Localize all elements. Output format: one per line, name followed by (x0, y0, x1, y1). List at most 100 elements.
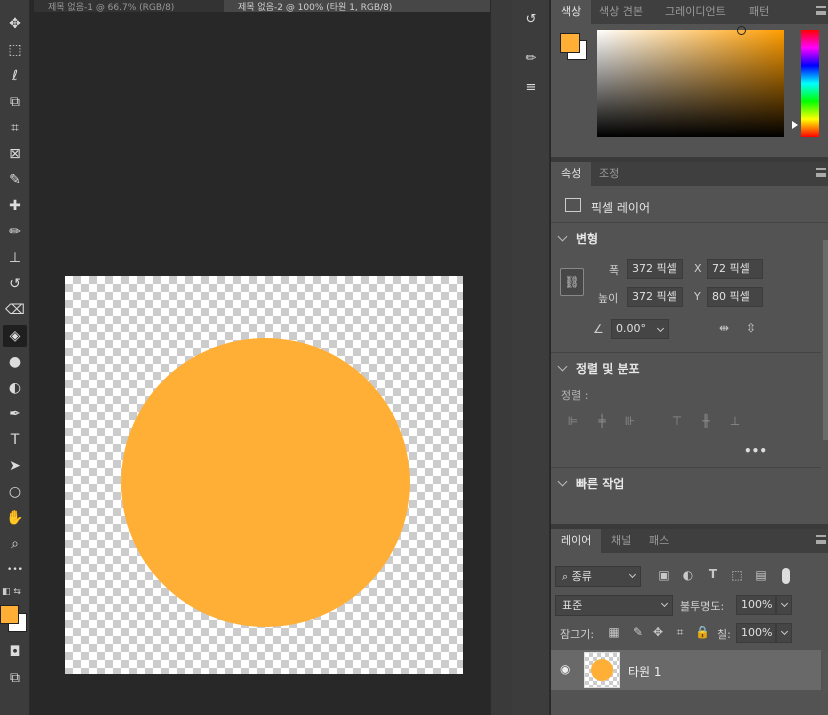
document-scrollbar[interactable] (490, 0, 512, 715)
foreground-color-chip[interactable] (0, 605, 19, 624)
x-label: X (694, 262, 702, 275)
tab-adjustments[interactable]: 조정 (589, 162, 629, 186)
layer-thumbnail[interactable] (584, 652, 620, 688)
opacity-dropdown[interactable] (776, 595, 792, 615)
fill-dropdown[interactable] (776, 623, 792, 643)
hue-slider[interactable] (801, 30, 819, 137)
color-picker-field[interactable] (597, 30, 784, 137)
align-horizontal-centers-icon[interactable]: ╪ (594, 414, 610, 428)
blend-mode-dropdown[interactable]: 표준 (555, 595, 673, 616)
adjust-sliders-icon[interactable]: ≡ (519, 76, 543, 98)
pixel-layer-icon (565, 198, 581, 212)
eyedropper-tool-icon[interactable]: ✎ (3, 169, 27, 191)
filter-smart-object-icon[interactable]: ▤ (754, 568, 768, 582)
panel-menu-icon[interactable] (816, 168, 826, 177)
flip-vertical-icon[interactable]: ⇳ (742, 321, 760, 335)
align-top-edges-icon[interactable]: ⊤ (669, 414, 685, 428)
brush-tool-icon[interactable]: ✏ (3, 221, 27, 243)
lock-transparent-pixels-icon[interactable]: ▦ (607, 625, 621, 639)
filter-type-icon[interactable]: T (706, 567, 720, 581)
history-panel-icon[interactable]: ↺ (519, 8, 543, 30)
object-select-tool-icon[interactable]: ⧉ (3, 91, 27, 113)
link-dimensions-button[interactable]: ⛓ (560, 268, 584, 296)
hue-slider-handle[interactable] (792, 121, 798, 129)
filter-toggle-icon[interactable] (782, 568, 790, 584)
filter-shape-icon[interactable]: ⬚ (730, 568, 744, 582)
fill-field[interactable]: 100% (736, 623, 776, 643)
path-select-tool-icon[interactable]: ➤ (3, 455, 27, 477)
type-tool-icon[interactable]: T (3, 429, 27, 451)
tab-channels[interactable]: 채널 (601, 529, 641, 553)
brush-settings-icon[interactable]: ✏ (519, 47, 543, 69)
layers-scrollbar[interactable] (823, 650, 828, 690)
color-picker-cursor[interactable] (737, 26, 746, 35)
more-options-icon[interactable]: ••• (744, 444, 767, 458)
zoom-tool-icon[interactable]: ⌕ (3, 533, 27, 555)
lock-all-icon[interactable]: 🔒 (695, 625, 710, 639)
lock-position-icon[interactable]: ✥ (651, 625, 665, 639)
color-panel-tabs: 색상 색상 견본 그레이디언트 패턴 (551, 0, 828, 24)
x-field[interactable]: 72 픽셀 (707, 259, 763, 279)
document-tab-1[interactable]: 제목 없음-1 @ 66.7% (RGB/8) (34, 0, 224, 12)
move-tool-icon[interactable]: ✥ (3, 13, 27, 35)
pen-tool-icon[interactable]: ✒ (3, 403, 27, 425)
layer-thumbnail-ellipse (591, 659, 613, 681)
filter-pixel-icon[interactable]: ▣ (657, 568, 671, 582)
tab-swatches[interactable]: 색상 견본 (589, 0, 653, 24)
align-bottom-edges-icon[interactable]: ⊥ (727, 414, 743, 428)
lock-artboard-icon[interactable]: ⌗ (673, 625, 687, 640)
foreground-color-swatch[interactable] (560, 33, 580, 53)
layers-panel-tabs: 레이어 채널 패스 (551, 529, 828, 553)
ellipse-tool-icon[interactable]: ○ (3, 481, 27, 503)
layer-row[interactable]: ◉ 타원 1 (551, 650, 821, 690)
history-brush-tool-icon[interactable]: ↺ (3, 273, 27, 295)
opacity-field[interactable]: 100% (736, 595, 776, 615)
y-field[interactable]: 80 픽셀 (707, 287, 763, 307)
frame-tool-icon[interactable]: ⊠ (3, 143, 27, 165)
transform-section-header[interactable]: 변형 (557, 230, 598, 247)
tab-paths[interactable]: 패스 (639, 529, 679, 553)
align-right-edges-icon[interactable]: ⊪ (622, 414, 638, 428)
align-label: 정렬 : (561, 389, 589, 402)
align-left-edges-icon[interactable]: ⊫ (565, 414, 581, 428)
layer-filter-dropdown[interactable]: ⌕ 종류 (555, 566, 641, 587)
fill-label: 칠: (717, 628, 731, 641)
healing-brush-tool-icon[interactable]: ✚ (3, 195, 27, 217)
width-field[interactable]: 372 픽셀 (627, 259, 683, 279)
eraser-tool-icon[interactable]: ⌫ (3, 299, 27, 321)
height-field[interactable]: 372 픽셀 (627, 287, 683, 307)
filter-adjustment-icon[interactable]: ◐ (681, 568, 695, 582)
blur-tool-icon[interactable]: ● (3, 351, 27, 373)
lock-image-pixels-icon[interactable]: ✎ (631, 625, 645, 639)
tab-properties[interactable]: 속성 (551, 162, 592, 186)
visibility-eye-icon[interactable]: ◉ (560, 663, 574, 675)
hand-tool-icon[interactable]: ✋ (3, 507, 27, 529)
ellipse-shape[interactable] (121, 338, 410, 627)
dodge-tool-icon[interactable]: ◐ (3, 377, 27, 399)
quick-actions-section-header[interactable]: 빠른 작업 (557, 475, 624, 492)
document-tab-2[interactable]: 제목 없음-2 @ 100% (타원 1, RGB/8) (224, 0, 490, 12)
lasso-tool-icon[interactable]: ℓ (3, 65, 27, 87)
tab-layers[interactable]: 레이어 (551, 529, 602, 553)
paint-bucket-tool-icon[interactable]: ◈ (3, 325, 27, 347)
panel-menu-icon[interactable] (816, 6, 826, 15)
crop-tool-icon[interactable]: ⌗ (3, 117, 27, 139)
tab-patterns[interactable]: 패턴 (739, 0, 779, 24)
layer-name[interactable]: 타원 1 (628, 663, 662, 680)
marquee-tool-icon[interactable]: ⬚ (3, 39, 27, 61)
right-panels: 색상 색상 견본 그레이디언트 패턴 속성 조정 픽셀 레이어 변형 ⛓ 폭 3… (551, 0, 828, 715)
quick-mask-icon[interactable]: ◘ (3, 641, 27, 663)
tab-gradients[interactable]: 그레이디언트 (655, 0, 736, 24)
align-vertical-centers-icon[interactable]: ╫ (698, 414, 714, 428)
more-tools-icon[interactable]: ••• (3, 559, 27, 581)
default-colors-icon[interactable]: ◧ ⇆ (2, 587, 28, 597)
align-section-header[interactable]: 정렬 및 분포 (557, 360, 640, 377)
angle-field[interactable]: 0.00° (611, 319, 669, 339)
height-label: 높이 (598, 292, 619, 305)
tab-color[interactable]: 색상 (551, 0, 592, 24)
clone-stamp-tool-icon[interactable]: ⊥ (3, 247, 27, 269)
screen-mode-icon[interactable]: ⧉ (3, 667, 27, 689)
properties-scrollbar[interactable] (823, 240, 828, 440)
flip-horizontal-icon[interactable]: ⇹ (715, 321, 733, 335)
panel-menu-icon[interactable] (816, 535, 826, 544)
